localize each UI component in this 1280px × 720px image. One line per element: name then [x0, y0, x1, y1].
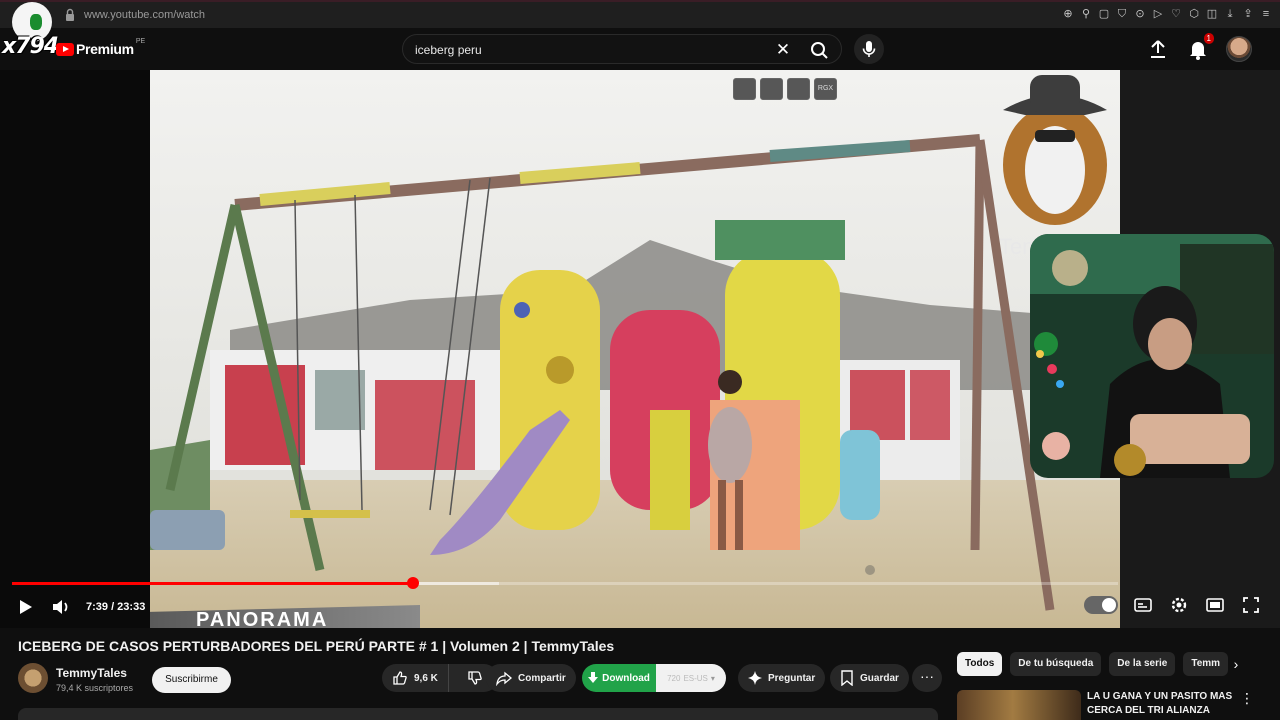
chip-channel[interactable]: Temm: [1183, 652, 1229, 676]
language-value: ES-US: [683, 673, 708, 683]
more-horizontal-icon: ···: [920, 668, 934, 684]
player-controls-right: [1084, 594, 1262, 616]
recommendation-chips: Todos De tu búsqueda De la serie Temm: [957, 652, 1247, 676]
save-button[interactable]: Guardar: [830, 664, 909, 692]
progress-bar[interactable]: [12, 577, 1118, 589]
voice-search-button[interactable]: [854, 34, 884, 64]
chip-all[interactable]: Todos: [957, 652, 1003, 676]
pin-icon[interactable]: ⚲: [1080, 7, 1092, 21]
download-label: Download: [602, 672, 650, 684]
thumbs-up-icon: [393, 671, 407, 685]
played-bar: [12, 582, 414, 585]
share-icon[interactable]: ⇪: [1242, 7, 1254, 21]
search-icon[interactable]: [805, 39, 833, 61]
region-code: PE: [135, 37, 146, 45]
reader-icon[interactable]: ⊙: [1134, 7, 1146, 21]
video-player[interactable]: RGX Temm PANORAMA 7:39 / 23:33: [0, 70, 1280, 628]
chip-from-search[interactable]: De tu búsqueda: [1010, 652, 1102, 676]
quality-value: 720: [667, 673, 681, 683]
shield-icon[interactable]: ⛉: [1116, 7, 1128, 21]
video-title: ICEBERG DE CASOS PERTURBADORES DEL PERÚ …: [18, 638, 615, 654]
broadcast-name: PANORAMA: [196, 609, 329, 631]
search-input[interactable]: iceberg peru: [415, 43, 482, 57]
more-vertical-icon[interactable]: ⋮: [1240, 690, 1254, 707]
video-scene: [150, 70, 1120, 628]
account-avatar[interactable]: [1226, 36, 1252, 62]
share-arrow-icon: [496, 671, 512, 686]
chevron-right-icon[interactable]: ›: [1226, 654, 1246, 674]
browser-toolbar: www.youtube.com/watch ⊕ ⚲ ▢ ⛉ ⊙ ▷ ♡ ⬡ ◫ …: [0, 0, 1280, 28]
subscribe-button[interactable]: Suscribirme: [152, 667, 231, 693]
autoplay-toggle[interactable]: [1084, 596, 1118, 614]
fullscreen-icon[interactable]: [1240, 594, 1262, 616]
channel-avatar[interactable]: [18, 663, 48, 693]
lock-icon: [66, 8, 74, 21]
picture-in-picture-icon[interactable]: [733, 78, 756, 100]
rgx-button[interactable]: RGX: [814, 78, 837, 100]
video-frame[interactable]: RGX: [150, 70, 1120, 628]
microphone-icon: [862, 41, 876, 57]
share-label: Compartir: [518, 672, 566, 684]
download-action[interactable]: Download: [582, 664, 656, 692]
chevron-down-icon: ▾: [710, 673, 715, 683]
subscriber-count: 79,4 K suscriptores: [56, 683, 134, 693]
save-label: Guardar: [860, 672, 899, 684]
player-controls-left: 7:39 / 23:33: [14, 596, 145, 618]
ask-label: Preguntar: [768, 672, 816, 684]
streamer-webcam: [1030, 234, 1274, 478]
header-actions: 1: [1146, 33, 1252, 62]
chip-series[interactable]: De la serie: [1109, 652, 1176, 676]
recommendation-title[interactable]: LA U GANA Y UN PASITO MAS CERCA DEL TRI …: [1087, 690, 1235, 718]
clear-search-icon[interactable]: ✕: [773, 40, 793, 60]
like-dislike-group: 9,6 K: [382, 664, 498, 692]
youtube-logo[interactable]: Premium PE: [56, 37, 146, 57]
extensions-icon[interactable]: ⬡: [1188, 7, 1200, 21]
channel-name[interactable]: TemmyTales: [56, 666, 127, 680]
bookmark-icon: [841, 670, 853, 686]
youtube-play-icon: [56, 42, 74, 56]
screenshot-icon[interactable]: ▢: [1098, 7, 1110, 21]
settings-gear-icon[interactable]: [1168, 594, 1190, 616]
logo-text: Premium: [76, 41, 134, 57]
menu-icon[interactable]: ≡: [1260, 7, 1272, 21]
like-count: 9,6 K: [414, 672, 438, 684]
address-bar[interactable]: www.youtube.com/watch: [84, 9, 205, 21]
recommendation-thumbnail[interactable]: [957, 690, 1081, 720]
time-display: 7:39 / 23:33: [86, 601, 146, 613]
wallet-icon[interactable]: ◫: [1206, 7, 1218, 21]
download-button[interactable]: Download 720 ES-US ▾: [582, 664, 726, 692]
downloads-icon[interactable]: ⤓: [1224, 7, 1236, 21]
webcam-scene: [1030, 234, 1274, 478]
thumbs-down-icon: [468, 671, 482, 685]
volume-icon[interactable]: [50, 596, 72, 618]
zoom-icon[interactable]: ⊕: [1062, 7, 1074, 21]
video-overlay-controls: RGX: [733, 78, 837, 100]
more-actions-button[interactable]: ···: [912, 664, 942, 692]
play-icon[interactable]: [14, 596, 36, 618]
download-quality-select[interactable]: 720 ES-US ▾: [656, 664, 726, 692]
upload-icon[interactable]: [1146, 37, 1170, 61]
ask-button[interactable]: Preguntar: [738, 664, 826, 692]
notification-count: 1: [1203, 33, 1214, 44]
favorite-icon[interactable]: ♡: [1170, 7, 1182, 21]
search-box[interactable]: iceberg peru ✕: [402, 34, 842, 64]
youtube-header: x794 Premium PE iceberg peru ✕ 1: [0, 2, 1280, 70]
like-button[interactable]: 9,6 K: [382, 664, 449, 692]
share-button[interactable]: Compartir: [486, 664, 576, 692]
notifications-button[interactable]: 1: [1186, 33, 1214, 61]
media-icon[interactable]: ▷: [1152, 7, 1164, 21]
streamer-mascot-logo: [1003, 75, 1107, 225]
enter-icon[interactable]: [760, 78, 783, 100]
skip-icon[interactable]: [787, 78, 810, 100]
extension-icons: ⊕ ⚲ ▢ ⛉ ⊙ ▷ ♡ ⬡ ◫ ⤓ ⇪ ≡: [1062, 7, 1272, 21]
theater-mode-icon[interactable]: [1204, 594, 1226, 616]
badge-text: x794: [2, 34, 59, 59]
description-box[interactable]: [18, 708, 938, 720]
download-arrow-icon: [588, 672, 599, 683]
sparkle-icon: [748, 671, 762, 685]
subtitles-icon[interactable]: [1132, 594, 1154, 616]
